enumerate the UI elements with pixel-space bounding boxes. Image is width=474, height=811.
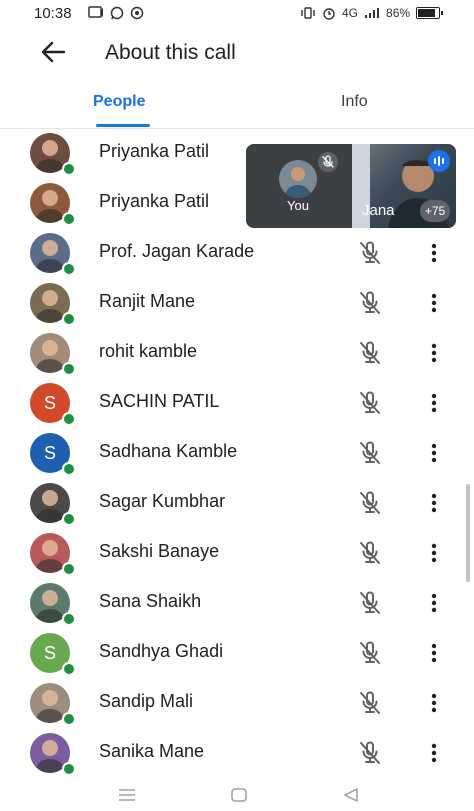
participant-row[interactable]: Sanika Mane [0,728,474,778]
pip-self-tile: You [246,144,350,228]
mic-off-icon[interactable] [356,339,384,367]
tab-indicator [96,124,150,127]
system-icons: 4G 86% [300,6,444,20]
online-status-dot [62,612,76,626]
participant-row[interactable]: Sana Shaikh [0,578,474,628]
online-status-dot [62,662,76,676]
participant-row[interactable]: Prof. Jagan Karade [0,228,474,278]
home-icon[interactable] [231,788,247,802]
mic-off-icon[interactable] [356,689,384,717]
participant-row[interactable]: Sandip Mali [0,678,474,728]
online-status-dot [62,762,76,776]
online-status-dot [62,462,76,476]
tab-bar: People Info [0,80,474,129]
cast-icon [88,6,103,18]
participant-name: SACHIN PATIL [99,391,220,411]
more-options-icon[interactable] [424,338,444,368]
more-options-icon[interactable] [424,538,444,568]
notification-icons [88,6,144,20]
status-bar: 10:38 4G 86% [0,0,474,28]
online-status-dot [62,562,76,576]
status-time: 10:38 [34,5,72,22]
online-status-dot [62,712,76,726]
navigation-bar [0,780,474,811]
participant-name: Ranjit Mane [99,291,196,311]
more-options-icon[interactable] [424,738,444,768]
pip-window[interactable]: You Jana +75 [246,144,456,228]
more-participants-count: +75 [420,200,450,222]
participant-name: Priyanka Patil [99,141,210,161]
mic-off-icon[interactable] [356,289,384,317]
mic-off-icon[interactable] [356,389,384,417]
self-avatar [279,160,317,198]
recents-icon[interactable] [118,788,136,802]
pip-mic-off-icon [318,152,338,172]
participant-name: rohit kamble [99,341,198,361]
online-status-dot [62,312,76,326]
participant-row[interactable]: S SACHIN PATIL [0,378,474,428]
pip-remote-tile: Jana +75 [352,144,456,228]
participant-row[interactable]: Sakshi Banaye [0,528,474,578]
more-options-icon[interactable] [424,638,444,668]
pip-self-label: You [287,198,309,213]
participant-name: Sadhana Kamble [99,441,238,461]
more-options-icon[interactable] [424,288,444,318]
signal-icon [365,8,380,18]
participant-name: Sagar Kumbhar [99,491,226,511]
scrollbar[interactable] [466,484,470,582]
chat-icon [130,6,144,20]
more-options-icon[interactable] [424,488,444,518]
online-status-dot [62,162,76,176]
participant-name: Prof. Jagan Karade [99,241,255,261]
mic-off-icon[interactable] [356,439,384,467]
app-bar: About this call [0,28,474,78]
online-status-dot [62,262,76,276]
participant-row[interactable]: S Sandhya Ghadi [0,628,474,678]
mic-off-icon[interactable] [356,539,384,567]
battery-icon [416,7,444,19]
more-options-icon[interactable] [424,438,444,468]
more-options-icon[interactable] [424,688,444,718]
more-options-icon[interactable] [424,388,444,418]
participant-name: Sanika Mane [99,741,205,761]
speaking-indicator-icon [428,150,450,172]
participant-name: Sana Shaikh [99,591,202,611]
back-arrow-icon[interactable] [38,38,68,66]
online-status-dot [62,412,76,426]
participant-name: Sakshi Banaye [99,541,220,561]
battery-percent: 86% [386,6,411,20]
tab-info[interactable]: Info [341,93,368,111]
mic-off-icon[interactable] [356,589,384,617]
vibrate-icon [301,7,315,19]
mic-off-icon[interactable] [356,739,384,767]
back-nav-icon[interactable] [343,788,359,802]
mic-off-icon[interactable] [356,239,384,267]
participant-row[interactable]: S Sadhana Kamble [0,428,474,478]
network-type: 4G [342,6,359,20]
participant-name: Priyanka Patil [99,191,210,211]
alarm-icon [323,8,335,20]
tab-people[interactable]: People [93,93,145,111]
participant-name: Sandhya Ghadi [99,641,224,661]
more-options-icon[interactable] [424,588,444,618]
online-status-dot [62,512,76,526]
participant-name: Sandip Mali [99,691,194,711]
whatsapp-icon [110,6,124,20]
participant-row[interactable]: Ranjit Mane [0,278,474,328]
mic-off-icon[interactable] [356,639,384,667]
pip-remote-label: Jana [362,202,395,219]
online-status-dot [62,362,76,376]
mic-off-icon[interactable] [356,489,384,517]
participant-row[interactable]: rohit kamble [0,328,474,378]
participant-row[interactable]: Sagar Kumbhar [0,478,474,528]
online-status-dot [62,212,76,226]
page-title: About this call [105,41,236,64]
more-options-icon[interactable] [424,238,444,268]
